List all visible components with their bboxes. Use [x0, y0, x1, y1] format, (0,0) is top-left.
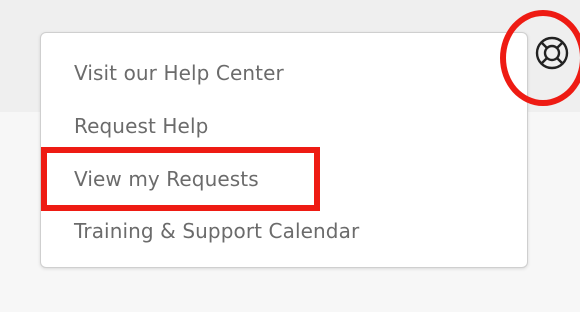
menu-item-training-calendar[interactable]: Training & Support Calendar [74, 205, 359, 257]
menu-item-view-requests[interactable]: View my Requests [74, 153, 259, 205]
help-dropdown-menu: Visit our Help Center Request Help View … [40, 32, 528, 268]
help-button[interactable] [532, 33, 572, 73]
menu-item-request-help[interactable]: Request Help [74, 100, 208, 152]
lifebuoy-icon [535, 36, 569, 70]
page: Visit our Help Center Request Help View … [0, 0, 580, 312]
menu-item-help-center[interactable]: Visit our Help Center [74, 47, 284, 99]
